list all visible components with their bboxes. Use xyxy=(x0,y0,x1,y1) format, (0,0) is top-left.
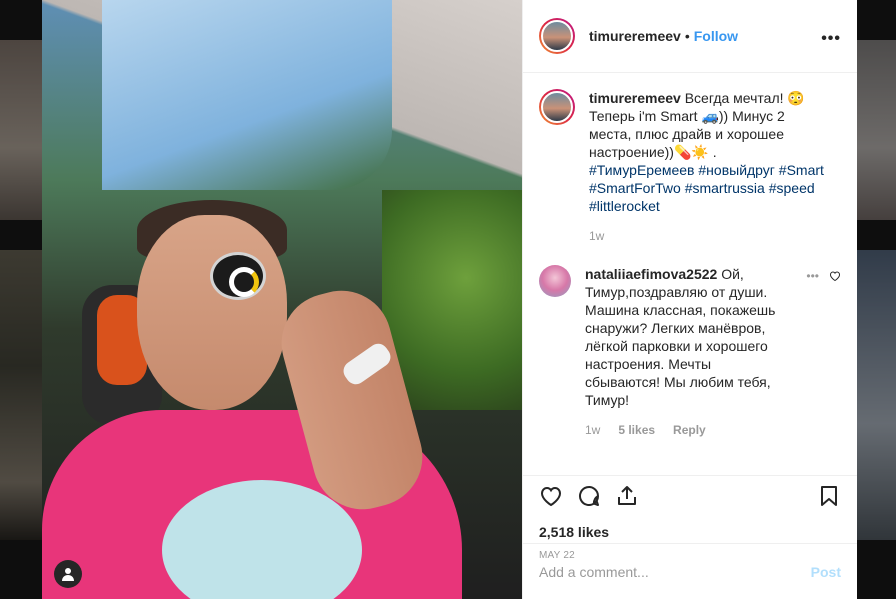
post-photo[interactable] xyxy=(42,0,522,599)
reply-button[interactable]: Reply xyxy=(673,423,706,437)
comment-icon[interactable] xyxy=(577,484,601,508)
post-date[interactable]: MAY 22 xyxy=(539,550,841,561)
share-icon[interactable] xyxy=(615,484,639,508)
bookmark-icon[interactable] xyxy=(817,484,841,508)
post-header: timureremeev • Follow ••• xyxy=(523,0,857,73)
comment-more-icon[interactable]: ••• xyxy=(806,269,819,283)
smart-logo-badge xyxy=(210,252,266,300)
comment-heart-icon[interactable] xyxy=(829,270,841,282)
comment-username[interactable]: nataliiaefimova2522 xyxy=(585,266,717,282)
caption-hashtags[interactable]: #ТимурЕремеев #новыйдруг #Smart #SmartFo… xyxy=(589,162,824,214)
list-item: nataliiaefimova2522 Ой, Тимур,поздравляю… xyxy=(539,265,841,437)
comment-input[interactable]: Add a comment... xyxy=(539,564,649,580)
heart-icon[interactable] xyxy=(539,484,563,508)
caption-time[interactable]: 1w xyxy=(589,229,604,243)
follow-button[interactable]: Follow xyxy=(694,28,738,44)
comment-time[interactable]: 1w xyxy=(585,423,600,437)
comment-likes[interactable]: 5 likes xyxy=(618,423,655,437)
avatar[interactable] xyxy=(539,265,571,297)
avatar[interactable] xyxy=(539,89,575,125)
caption-username[interactable]: timureremeev xyxy=(589,90,681,106)
post-modal: timureremeev • Follow ••• timureremeev В… xyxy=(42,0,857,599)
caption: timureremeev Всегда мечтал! 😳 Теперь i'm… xyxy=(539,89,841,243)
comments-list[interactable]: timureremeev Всегда мечтал! 😳 Теперь i'm… xyxy=(523,73,857,475)
dot-separator: • xyxy=(684,28,690,44)
comment-text: Ой, Тимур,поздравляю от души. Машина кла… xyxy=(585,266,776,408)
post-button[interactable]: Post xyxy=(811,564,841,580)
post-username[interactable]: timureremeev xyxy=(589,28,681,44)
user-tag-icon[interactable] xyxy=(54,560,82,588)
more-icon[interactable]: ••• xyxy=(821,30,841,48)
post-actions: 2,518 likes MAY 22 xyxy=(523,475,857,561)
post-sidebar: timureremeev • Follow ••• timureremeev В… xyxy=(522,0,857,599)
avatar[interactable] xyxy=(539,18,575,54)
likes-count[interactable]: 2,518 likes xyxy=(539,524,841,540)
